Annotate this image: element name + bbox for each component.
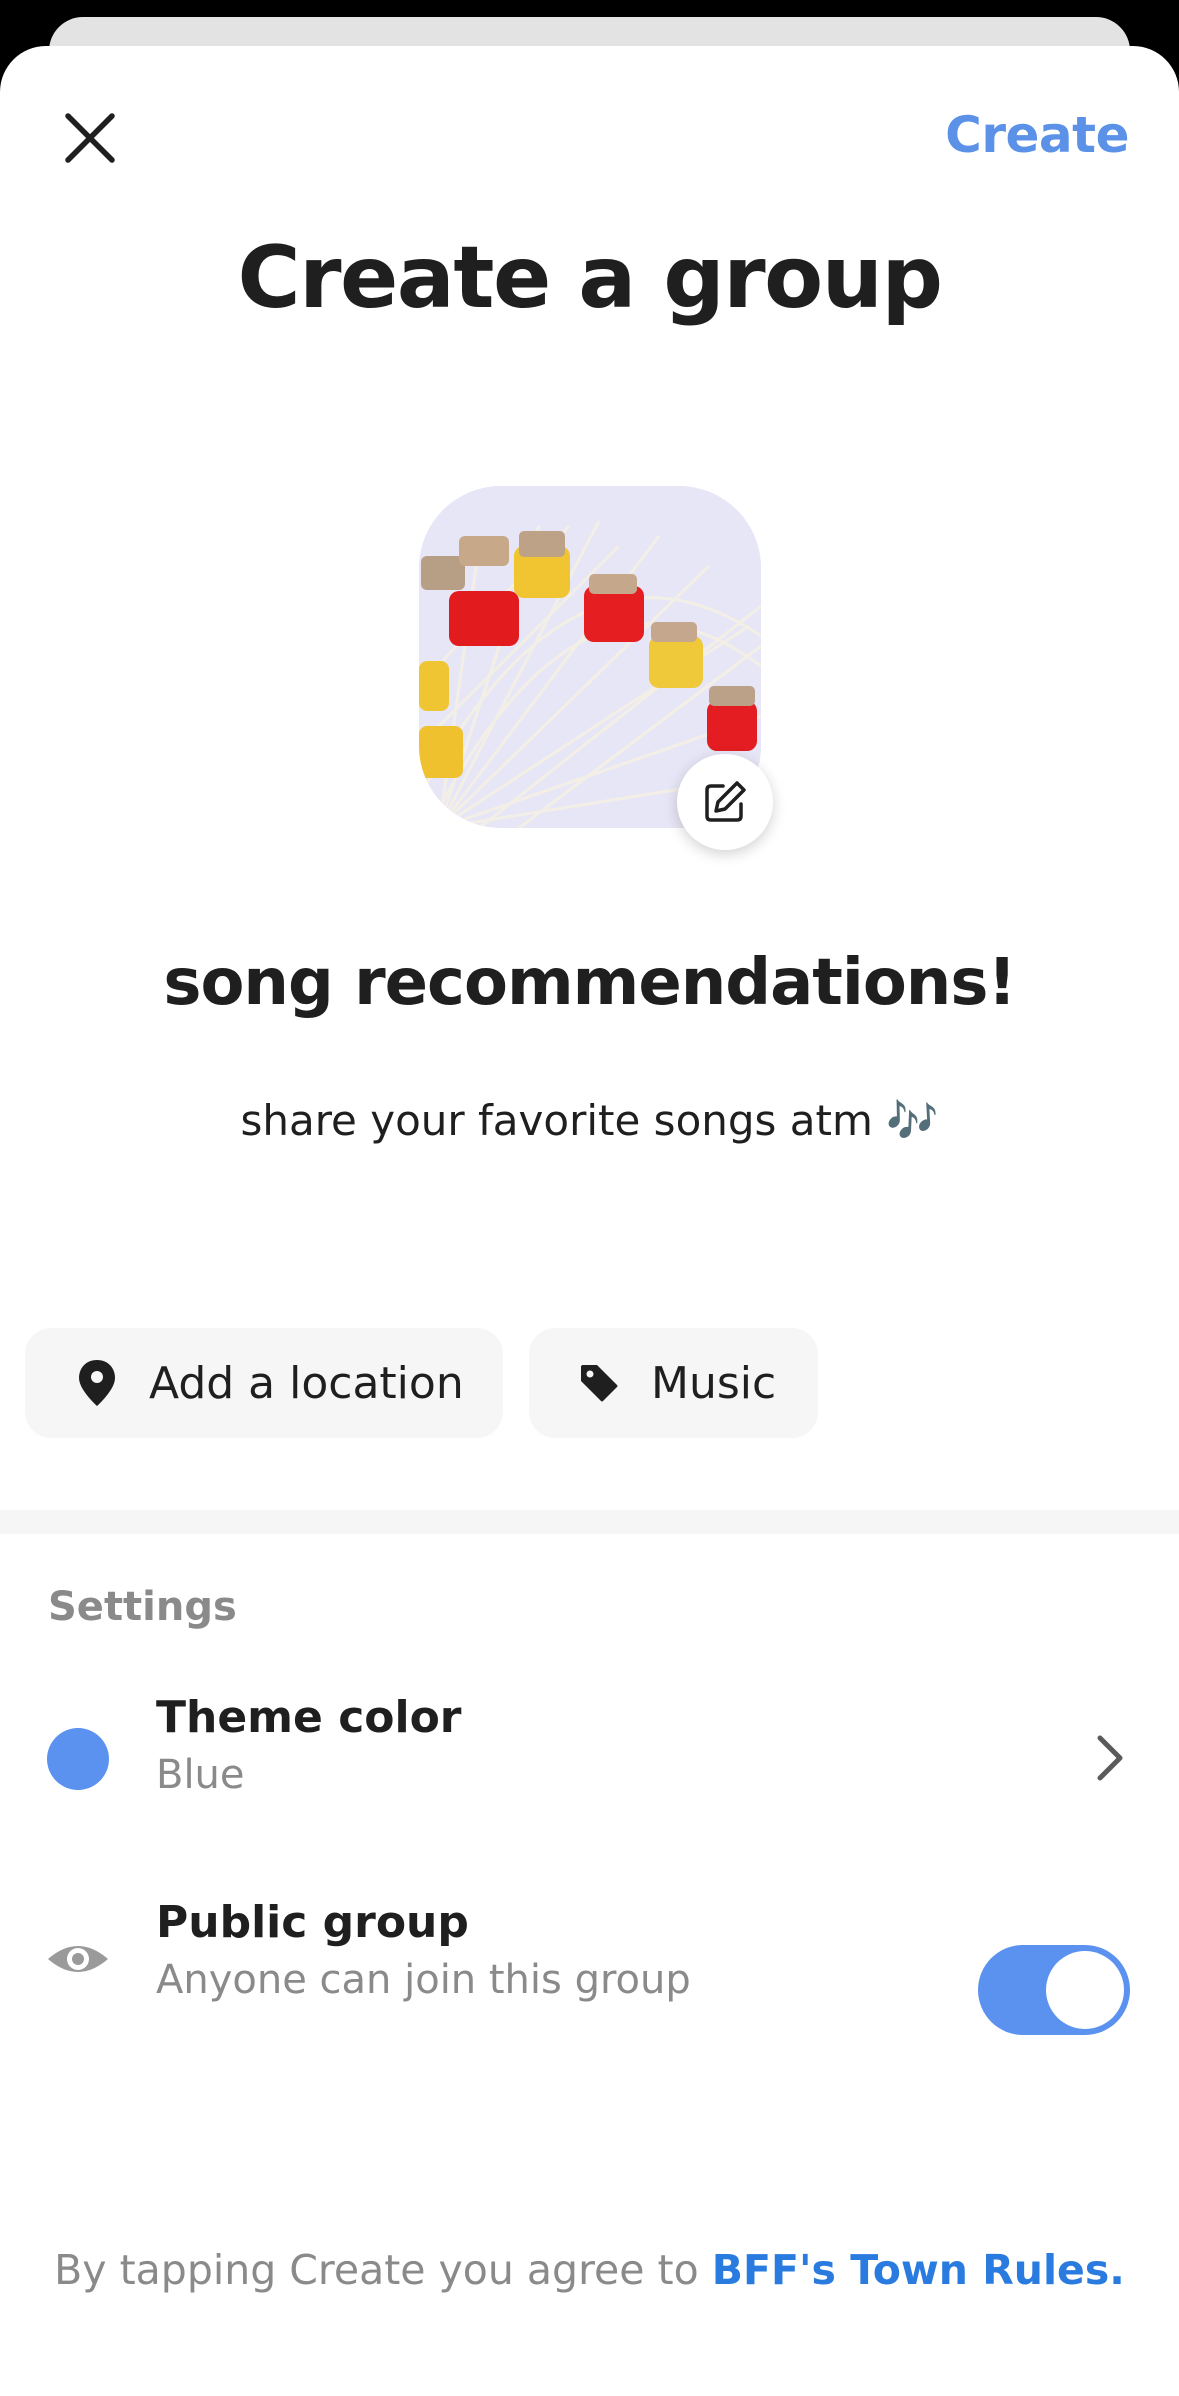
category-label: Music [651,1357,777,1409]
category-chip[interactable]: Music [529,1328,818,1438]
section-divider [0,1510,1179,1534]
public-group-row: Public group Anyone can join this group [0,1891,1179,2051]
toggle-knob [1046,1951,1124,2029]
close-icon [65,113,115,163]
chevron-right-icon [1097,1735,1123,1781]
edit-icon [705,781,746,822]
group-description[interactable]: share your favorite songs atm 🎶 [0,1096,1179,1146]
page-title: Create a group [237,228,943,328]
location-pin-icon [79,1360,115,1406]
theme-color-value: Blue [156,1752,245,1798]
close-button[interactable] [52,100,128,176]
theme-color-swatch [47,1728,109,1790]
group-photo[interactable] [419,486,773,850]
create-button[interactable]: Create [945,106,1129,170]
public-group-title: Public group [156,1897,469,1948]
add-location-label: Add a location [149,1357,464,1409]
terms-footer: By tapping Create you agree to BFF's Tow… [0,2246,1179,2294]
edit-photo-button[interactable] [677,754,773,850]
town-rules-link[interactable]: BFF's Town Rules. [712,2246,1125,2294]
public-group-subtitle: Anyone can join this group [156,1957,691,2003]
settings-heading: Settings [48,1584,237,1630]
terms-text: By tapping Create you agree to [54,2246,712,2294]
create-group-sheet: Create Create a group song recommendatio… [0,46,1179,2396]
group-name[interactable]: song recommendations! [0,946,1179,1020]
add-location-chip[interactable]: Add a location [25,1328,503,1438]
tag-icon [581,1365,618,1402]
eye-icon [48,1946,108,1972]
theme-color-row[interactable]: Theme color Blue [0,1686,1179,1846]
theme-color-title: Theme color [156,1692,462,1743]
public-group-toggle[interactable] [978,1945,1130,2035]
